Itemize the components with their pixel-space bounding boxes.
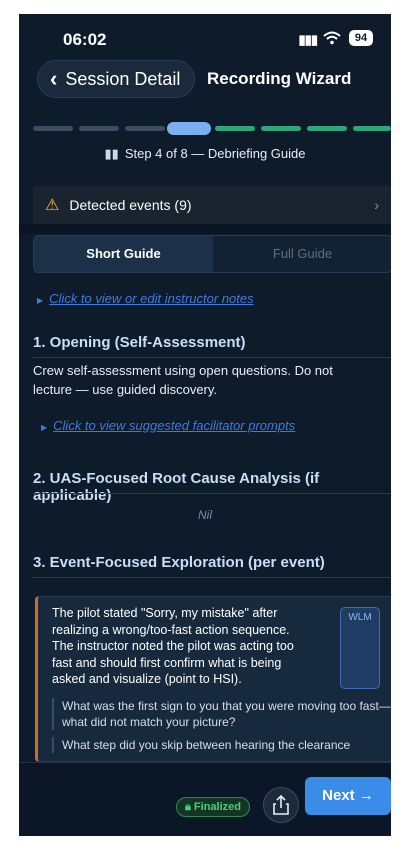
progress-segment — [353, 126, 391, 131]
section-body-empty: Nil — [198, 508, 212, 522]
instructor-notes-link[interactable]: ▶ Click to view or edit instructor notes — [37, 291, 254, 306]
battery-icon: 94 — [349, 30, 373, 46]
section-body: Crew self-assessment using open question… — [33, 363, 333, 397]
facilitator-prompts-link[interactable]: ▶ Click to view suggested facilitator pro… — [41, 418, 295, 433]
progress-segment — [215, 126, 255, 131]
nav-bar: ‹ Session Detail Recording Wizard — [19, 60, 391, 104]
question-item: What step did you skip between hearing t… — [52, 737, 391, 753]
detected-events-label: Detected events (9) — [69, 197, 192, 213]
section-title: 2. UAS-Focused Root Cause Analysis (if a… — [33, 470, 320, 504]
event-description: The pilot stated "Sorry, my mistake" aft… — [52, 606, 294, 686]
instructor-notes-link-text: Click to view or edit instructor notes — [49, 291, 254, 306]
section-divider — [33, 357, 391, 358]
disclosure-triangle-icon: ▶ — [41, 423, 48, 432]
detected-events-row[interactable]: ⚠ Detected events (9) › — [33, 186, 391, 225]
share-icon — [273, 794, 289, 815]
chevron-left-icon: ‹ — [50, 66, 58, 91]
step-label-text: Step 4 of 8 — Debriefing Guide — [124, 146, 306, 161]
status-bar: 06:02 ▮▮▮ 94 — [19, 14, 391, 64]
book-icon: ▮▮ — [104, 146, 119, 161]
guide-tabs: Short Guide Full Guide — [33, 235, 391, 273]
status-badge-label: Finalized — [193, 801, 241, 813]
disclosure-triangle-icon: ▶ — [37, 296, 44, 305]
section-title: 1. Opening (Self-Assessment) — [33, 334, 246, 351]
lock-icon: 🔒︎ — [185, 801, 191, 813]
facilitator-prompts-link-text: Click to view suggested facilitator prom… — [53, 418, 296, 433]
status-badge: 🔒︎ Finalized — [176, 797, 250, 817]
warning-icon: ⚠ — [45, 197, 60, 214]
progress-segment — [79, 126, 119, 131]
cellular-signal-icon: ▮▮▮ — [298, 32, 318, 47]
app-screen: 06:02 ▮▮▮ 94 ‹ Session Detail Recording … — [19, 14, 391, 836]
wifi-icon — [323, 31, 341, 45]
progress-segment-current — [167, 122, 211, 135]
section-divider — [33, 577, 391, 578]
divider — [19, 224, 391, 234]
tab-full-guide[interactable]: Full Guide — [213, 236, 391, 272]
next-button[interactable]: Next → — [305, 777, 391, 815]
progress-segment — [33, 126, 73, 131]
section-divider — [33, 493, 391, 494]
step-label: ▮▮ Step 4 of 8 — Debriefing Guide — [19, 146, 391, 162]
back-button[interactable]: ‹ Session Detail — [37, 60, 196, 98]
progress-segment — [307, 126, 347, 131]
footer-toolbar: 🔒︎ Finalized Next → — [19, 762, 391, 836]
page-title: Recording Wizard — [207, 69, 352, 88]
category-tag: WLM — [340, 607, 380, 689]
progress-segment — [125, 126, 165, 131]
tab-short-guide[interactable]: Short Guide — [34, 236, 213, 272]
section-title: 3. Event-Focused Exploration (per event) — [33, 554, 325, 571]
chevron-right-icon: › — [374, 197, 379, 213]
step-progress-bar — [33, 122, 391, 135]
share-button[interactable] — [263, 787, 299, 823]
event-card[interactable]: The pilot stated "Sorry, my mistake" aft… — [35, 596, 391, 762]
status-time: 06:02 — [63, 30, 107, 49]
back-label: Session Detail — [65, 68, 181, 89]
question-item: What was the first sign to you that you … — [52, 698, 391, 730]
progress-segment — [261, 126, 301, 131]
